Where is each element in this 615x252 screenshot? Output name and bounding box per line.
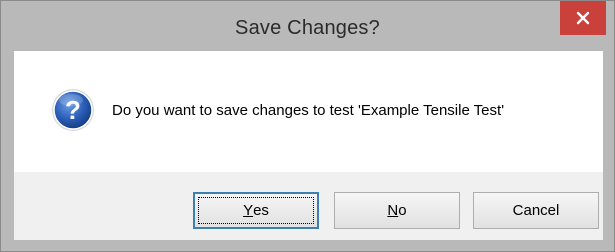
button-bar: Yes No Cancel bbox=[14, 172, 603, 240]
save-changes-dialog: Save Changes? ? Do you want to save chan… bbox=[0, 0, 615, 252]
cancel-label: Cancel bbox=[512, 202, 560, 219]
no-button[interactable]: No bbox=[334, 192, 460, 229]
title-bar[interactable]: Save Changes? bbox=[1, 1, 614, 51]
question-icon: ? bbox=[52, 89, 94, 131]
yes-button[interactable]: Yes bbox=[193, 192, 319, 229]
dialog-message: Do you want to save changes to test 'Exa… bbox=[112, 102, 505, 119]
dialog-title: Save Changes? bbox=[235, 17, 380, 39]
message-area: ? Do you want to save changes to test 'E… bbox=[14, 51, 603, 172]
yes-label-rest: es bbox=[253, 202, 269, 219]
close-icon bbox=[576, 11, 590, 25]
no-label-rest: o bbox=[398, 202, 407, 219]
no-accelerator: N bbox=[387, 202, 399, 219]
cancel-button[interactable]: Cancel bbox=[473, 192, 599, 229]
yes-accelerator: Y bbox=[243, 202, 254, 219]
svg-text:?: ? bbox=[65, 95, 81, 125]
close-button[interactable] bbox=[560, 1, 606, 35]
